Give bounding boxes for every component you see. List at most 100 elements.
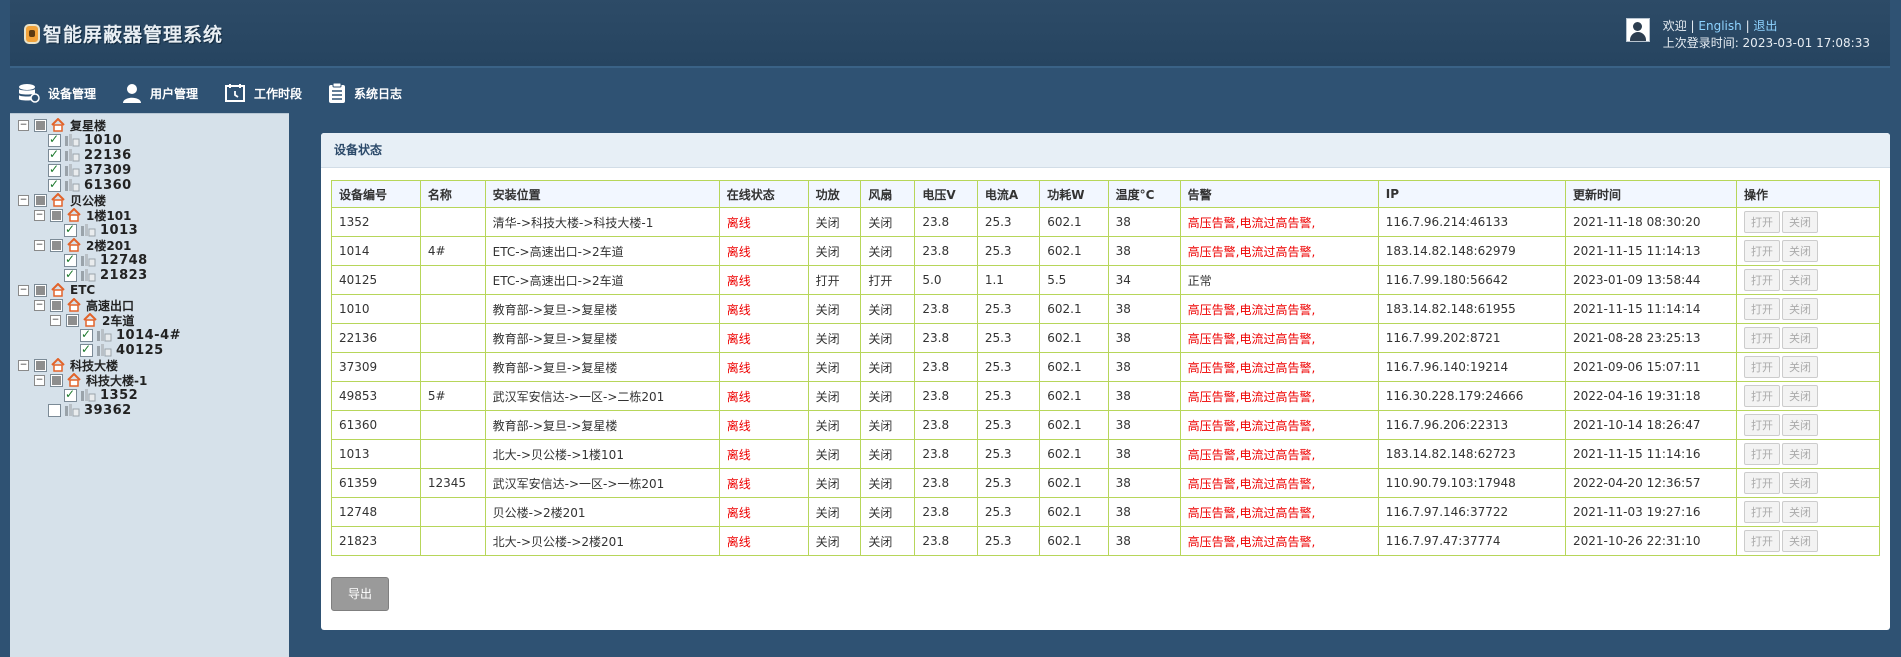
collapse-toggle-icon[interactable]: − [34,239,45,251]
close-button[interactable]: 关闭 [1782,298,1819,320]
nav-system-log[interactable]: 系统日志 [328,83,402,103]
last-login-text: 上次登录时间: 2023-03-01 17:08:33 [1662,36,1870,50]
close-button[interactable]: 关闭 [1782,414,1819,436]
close-button[interactable]: 关闭 [1782,530,1819,552]
close-button[interactable]: 关闭 [1782,240,1819,262]
open-button[interactable]: 打开 [1744,327,1781,349]
tree-checkbox[interactable] [66,313,79,327]
open-button[interactable]: 打开 [1744,385,1781,407]
collapse-toggle-icon[interactable]: − [18,284,29,296]
close-button[interactable]: 关闭 [1782,385,1819,407]
tree-checkbox[interactable] [64,387,77,402]
cell-current: 25.3 [976,439,1041,469]
tree-checkbox[interactable] [50,298,63,312]
open-button[interactable]: 打开 [1744,240,1781,262]
cell-temperature: 38 [1107,323,1181,353]
nav-device-management[interactable]: 设备管理 [18,83,96,103]
house-icon [50,282,66,297]
open-button[interactable]: 打开 [1744,211,1781,233]
header-alarm: 告警 [1179,180,1379,208]
cell-alarm: 正常 [1179,265,1379,295]
cell-device-id: 1013 [331,439,421,469]
cell-amplifier: 打开 [807,265,862,295]
close-button[interactable]: 关闭 [1782,443,1819,465]
cell-amplifier: 关闭 [807,323,862,353]
cell-actions: 打开 关闭 [1736,497,1880,527]
tree-checkbox[interactable] [48,162,61,177]
tree-checkbox[interactable] [50,373,63,387]
collapse-toggle-icon[interactable]: − [18,119,29,131]
tree-checkbox[interactable] [48,147,61,162]
open-button[interactable]: 打开 [1744,501,1781,523]
open-button[interactable]: 打开 [1744,472,1781,494]
collapse-toggle-icon[interactable]: − [18,194,29,206]
tree-checkbox[interactable] [64,222,77,237]
tree-checkbox[interactable] [50,208,63,222]
tree-device-node[interactable]: 39362 [48,401,132,419]
table-row: 12748 贝公楼->2楼201 离线 关闭 关闭 23.8 25.3 602.1 38 高压告警… [331,497,1880,527]
collapse-toggle-icon[interactable]: − [18,359,29,371]
cell-name [419,497,486,527]
house-icon [50,117,66,132]
house-icon [50,357,66,372]
cell-ip: 183.14.82.148:61955 [1377,294,1567,324]
header-ip: IP [1377,180,1567,208]
logout-link[interactable]: 退出 [1753,19,1777,33]
tree-checkbox[interactable] [80,327,93,342]
open-button[interactable]: 打开 [1744,443,1781,465]
tree-checkbox[interactable] [34,193,47,207]
close-button[interactable]: 关闭 [1782,211,1819,233]
cell-amplifier: 关闭 [807,410,862,440]
cell-update-time: 2021-11-15 11:14:16 [1565,439,1738,469]
table-row: 21823 北大->贝公楼->2楼201 离线 关闭 关闭 23.8 25.3 602.1 38… [331,526,1880,556]
tree-checkbox[interactable] [48,177,61,192]
open-button[interactable]: 打开 [1744,356,1781,378]
open-button[interactable]: 打开 [1744,530,1781,552]
collapse-toggle-icon[interactable]: − [34,374,45,386]
user-info: 欢迎 | English | 退出 上次登录时间: 2023-03-01 17:… [1625,18,1870,52]
tree-checkbox[interactable] [34,358,47,372]
nav-work-period[interactable]: 工作时段 [224,83,302,103]
close-button[interactable]: 关闭 [1782,472,1819,494]
cell-power: 602.1 [1039,294,1109,324]
cell-online-status: 离线 [718,439,809,469]
export-button[interactable]: 导出 [331,577,389,611]
nav-user-management[interactable]: 用户管理 [122,83,198,103]
english-link[interactable]: English [1698,19,1741,33]
device-icon [64,403,80,417]
cell-voltage: 23.8 [914,410,978,440]
cell-online-status: 离线 [718,352,809,382]
tree-checkbox[interactable] [48,132,61,147]
cell-alarm: 高压告警,电流过高告警, [1179,323,1379,353]
table-row: 37309 教育部->复旦->复星楼 离线 关闭 关闭 23.8 25.3 602.1 38 高压… [331,352,1880,382]
close-button[interactable]: 关闭 [1782,501,1819,523]
table-row: 49853 5# 武汉军安信达->一区->二栋201 离线 关闭 关闭 23.8 25.3 60… [331,381,1880,411]
tree-checkbox[interactable] [64,252,77,267]
cell-online-status: 离线 [718,381,809,411]
cell-alarm: 高压告警,电流过高告警, [1179,439,1379,469]
cell-actions: 打开 关闭 [1736,294,1880,324]
tree-checkbox[interactable] [34,118,47,132]
close-button[interactable]: 关闭 [1782,327,1819,349]
cell-update-time: 2021-11-15 11:14:14 [1565,294,1738,324]
cell-fan: 关闭 [860,236,916,266]
collapse-toggle-icon[interactable]: − [34,299,45,311]
cell-voltage: 23.8 [914,207,978,237]
close-button[interactable]: 关闭 [1782,269,1819,291]
device-icon [64,163,80,177]
tree-checkbox[interactable] [80,342,93,357]
open-button[interactable]: 打开 [1744,414,1781,436]
collapse-toggle-icon[interactable]: − [34,209,45,221]
tree-checkbox[interactable] [64,267,77,282]
collapse-toggle-icon[interactable]: − [50,314,61,326]
open-button[interactable]: 打开 [1744,269,1781,291]
close-button[interactable]: 关闭 [1782,356,1819,378]
tree-checkbox[interactable] [50,238,63,252]
device-status-panel: 设备状态 设备编号 名称 安装位置 在线状态 功放 风扇 电压V 电流A 功耗W 温度°C 告警 IP… [321,133,1890,630]
cell-location: 教育部->复旦->复星楼 [484,352,720,382]
open-button[interactable]: 打开 [1744,298,1781,320]
tree-checkbox[interactable] [34,283,47,297]
cell-power: 602.1 [1039,381,1109,411]
welcome-text: 欢迎 [1662,19,1687,33]
tree-checkbox[interactable] [48,403,61,417]
